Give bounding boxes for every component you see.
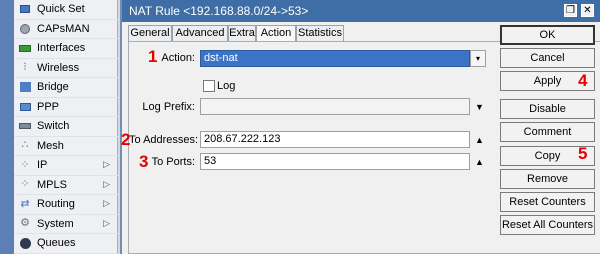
disable-button[interactable]: Disable [500,99,595,119]
menu-item-label: Quick Set [37,3,85,16]
reset-all-counters-button[interactable]: Reset All Counters [500,215,595,235]
menu-item-quick-set[interactable]: Quick Set [14,0,118,20]
close-button[interactable]: ✕ [581,4,594,17]
dialog-title: NAT Rule <192.168.88.0/24->53> [129,4,309,18]
menu-item-mesh[interactable]: ∴ Mesh [14,137,118,156]
submenu-arrow-icon: ▷ [103,159,110,169]
menu-item-label: Switch [37,120,70,133]
to-addresses-input[interactable]: 208.67.222.123 [200,131,470,148]
ip-icon: ⁘ [20,158,30,171]
switch-icon [17,119,33,133]
menu-item-label: Mesh [37,139,64,152]
menu-item-bridge[interactable]: Bridge [14,78,118,98]
submenu-arrow-icon: ▷ [103,198,110,208]
dropdown-icon: ▾ [475,53,480,63]
to-addresses-toggle-icon[interactable]: ▲ [475,135,484,145]
bridge-icon [17,80,33,94]
menu-item-label: Wireless [37,61,80,74]
submenu-arrow-icon: ▷ [103,217,110,228]
reset-counters-button[interactable]: Reset Counters [500,192,595,212]
to-ports-toggle-icon[interactable]: ▲ [475,157,484,167]
annotation-step-1: 1 [148,47,158,66]
submenu-arrow-icon: ▷ [103,178,110,189]
comment-button[interactable]: Comment [500,122,595,142]
restore-button[interactable]: ❐ [564,4,577,17]
menu-item-ppp[interactable]: PPP [14,98,118,117]
tab-extra[interactable]: Extra [228,25,256,42]
menu-item-system[interactable]: ⚙ System ▷ [14,215,118,234]
log-prefix-label: Log Prefix: [142,101,195,113]
menu-item-label: System [37,217,74,230]
annotation-step-5: 5 [578,144,588,163]
log-prefix-dropdown-icon[interactable]: ▼ [475,102,484,112]
menu-item-wireless[interactable]: ⁝ Wireless [14,59,118,78]
menu-item-label: Queues [37,237,76,250]
to-addresses-label: To Addresses: [129,134,199,146]
main-menu: Quick Set CAPsMAN Interfaces ⁝ Wireless … [14,0,118,254]
menu-item-interfaces[interactable]: Interfaces [14,39,118,59]
to-ports-input[interactable]: 53 [200,153,470,170]
log-prefix-input[interactable] [200,98,470,115]
capsman-icon [17,22,33,36]
ppp-icon [17,100,33,114]
annotation-step-4: 4 [578,71,588,90]
quick-set-icon [17,2,33,16]
tab-general[interactable]: General [128,25,172,42]
mpls-icon: ⁘ [20,178,30,191]
menu-item-label: IP [37,159,48,172]
action-select[interactable]: dst-nat [200,50,470,67]
log-checkbox[interactable] [203,80,215,92]
action-dropdown-button[interactable]: ▾ [470,50,486,67]
menu-item-label: CAPsMAN [37,22,90,35]
tab-advanced[interactable]: Advanced [172,25,228,42]
menu-item-ip[interactable]: ⁘ IP ▷ [14,156,118,176]
log-label: Log [217,80,236,92]
tab-statistics[interactable]: Statistics [296,25,344,42]
menu-item-queues[interactable]: Queues [14,234,118,254]
routing-icon: ⇄ [20,197,30,210]
annotation-step-3: 3 [139,152,149,171]
menu-item-label: MPLS [37,178,67,191]
cancel-button[interactable]: Cancel [500,48,595,68]
menu-item-label: Bridge [37,81,69,94]
queues-icon [17,236,33,250]
action-label: Action: [161,52,195,64]
dialog-title-bar[interactable]: NAT Rule <192.168.88.0/24->53> ❐ ✕ [122,0,600,22]
menu-item-mpls[interactable]: ⁘ MPLS ▷ [14,176,118,195]
wireless-icon: ⁝ [23,61,27,74]
menu-item-switch[interactable]: Switch [14,117,118,137]
menu-item-routing[interactable]: ⇄ Routing ▷ [14,195,118,215]
left-edge-strip [0,0,14,254]
system-icon: ⚙ [20,217,30,230]
menu-item-label: Routing [37,198,75,211]
menu-item-label: PPP [37,100,60,113]
menu-item-capsman[interactable]: CAPsMAN [14,20,118,39]
annotation-step-2: 2 [121,130,131,149]
remove-button[interactable]: Remove [500,169,595,189]
mesh-icon: ∴ [21,139,29,152]
interfaces-icon [17,41,33,55]
ok-button[interactable]: OK [500,25,595,45]
menu-item-label: Interfaces [37,42,86,55]
